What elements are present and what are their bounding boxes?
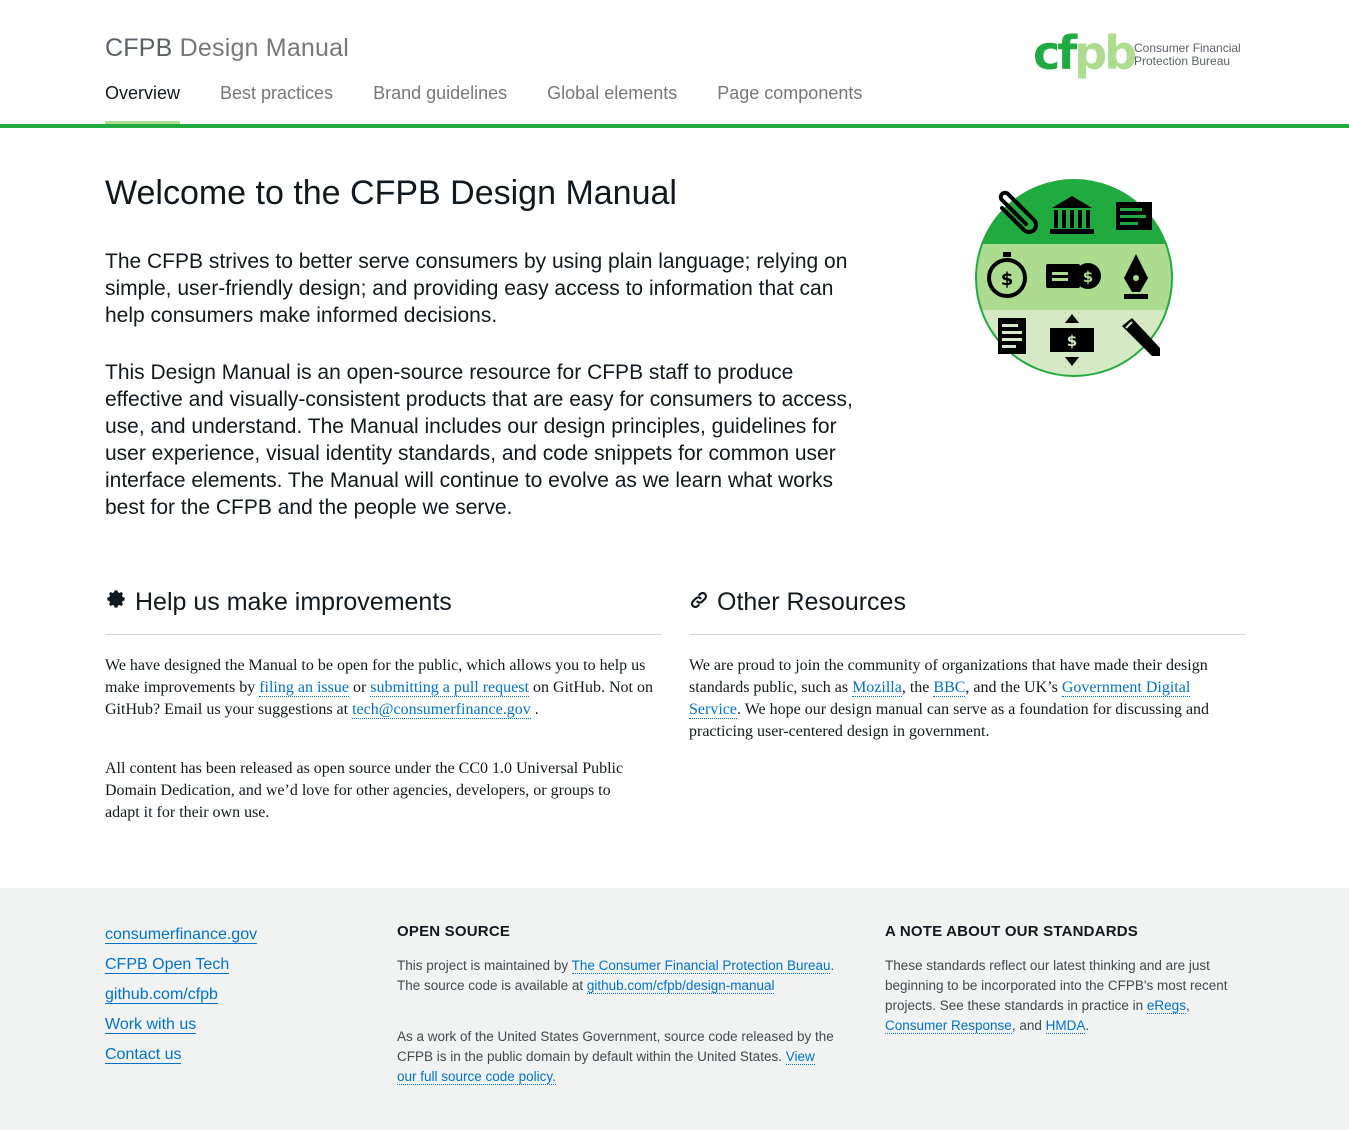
nav-item-global-elements[interactable]: Global elements	[547, 83, 677, 124]
hero-icon-circle: $ $ $	[975, 179, 1173, 377]
cfpb-bureau-link[interactable]: The Consumer Financial Protection Bureau	[571, 958, 831, 974]
open-source-text-a: This project is maintained by	[397, 958, 569, 973]
gear-icon	[105, 588, 127, 617]
nav-item-brand-guidelines[interactable]: Brand guidelines	[373, 83, 507, 124]
site-header: CFPB Design Manual Overview Best practic…	[0, 0, 1349, 128]
resources-text-b: , the	[901, 679, 930, 696]
footer-link-item: Contact us	[105, 1040, 257, 1070]
nav-item-page-components[interactable]: Page components	[717, 83, 862, 124]
nav-item-overview[interactable]: Overview	[105, 83, 181, 125]
help-paragraph-2: All content has been released as open so…	[105, 760, 624, 821]
resources-text-c: , and the UK’s	[965, 679, 1058, 696]
cfpb-logo-text: Consumer Financial Protection Bureau	[1134, 42, 1241, 68]
open-source-heading: OPEN SOURCE	[397, 923, 511, 940]
resources-heading-text: Other Resources	[717, 588, 906, 616]
standards-paragraph: These standards reflect our latest think…	[885, 956, 1235, 1036]
standards-heading: A NOTE ABOUT OUR STANDARDS	[885, 923, 1138, 940]
footer-link-item: github.com/cfpb	[105, 980, 257, 1010]
open-source-text-c: As a work of the United States Governmen…	[397, 1029, 834, 1064]
help-heading: Help us make improvements	[105, 588, 452, 617]
logo-letter-b: b	[1104, 26, 1137, 80]
link-icon	[689, 588, 709, 617]
cfpb-logo[interactable]: cfpb Consumer Financial Protection Burea…	[1033, 30, 1248, 80]
standards-text-c: , and	[1011, 1018, 1042, 1033]
logo-letter-p: p	[1074, 26, 1107, 80]
site-title-design-manual: Design Manual	[179, 34, 350, 62]
cfpb-logo-mark: cfpb	[1033, 30, 1137, 76]
help-paragraph-1: We have designed the Manual to be open f…	[105, 655, 661, 721]
footer-link-github[interactable]: github.com/cfpb	[105, 986, 218, 1004]
svg-text:$: $	[1067, 332, 1077, 350]
resources-heading: Other Resources	[689, 588, 906, 617]
email-link[interactable]: tech@consumerfinance.gov	[352, 701, 531, 719]
help-text-d: .	[534, 701, 539, 718]
resources-text-d: . We hope our design manual can serve as…	[689, 701, 1210, 740]
help-text-b: or	[352, 679, 367, 696]
footer-link-contact[interactable]: Contact us	[105, 1046, 182, 1064]
bbc-link[interactable]: BBC	[933, 679, 966, 697]
svg-text:$: $	[1083, 268, 1093, 286]
footer-link-item: Work with us	[105, 1010, 257, 1040]
main-nav: Overview Best practices Brand guidelines…	[105, 83, 902, 125]
resources-paragraph: We are proud to join the community of or…	[689, 655, 1245, 743]
footer-link-item: consumerfinance.gov	[105, 920, 258, 950]
open-source-paragraph-2: As a work of the United States Governmen…	[397, 1027, 837, 1087]
form-icon	[998, 318, 1026, 354]
hmda-link[interactable]: HMDA	[1045, 1018, 1086, 1034]
open-source-paragraph-1: This project is maintained by The Consum…	[397, 956, 837, 996]
site-title[interactable]: CFPB Design Manual	[105, 34, 349, 63]
footer-link-work-with-us[interactable]: Work with us	[105, 1016, 197, 1034]
standards-text-d: .	[1085, 1018, 1090, 1033]
pull-request-link[interactable]: submitting a pull request	[370, 679, 529, 697]
logo-letter-c: c	[1033, 26, 1060, 80]
money-icon: $	[1046, 263, 1101, 289]
header-divider	[0, 124, 1349, 128]
help-heading-text: Help us make improvements	[135, 588, 452, 616]
footer-link-consumerfinance[interactable]: consumerfinance.gov	[105, 926, 258, 944]
nav-item-best-practices[interactable]: Best practices	[220, 83, 333, 124]
mozilla-link[interactable]: Mozilla	[852, 679, 902, 697]
site-footer: consumerfinance.gov CFPB Open Tech githu…	[0, 888, 1349, 1130]
svg-text:$: $	[1001, 269, 1014, 290]
design-manual-repo-link[interactable]: github.com/cfpb/design-manual	[586, 978, 775, 994]
logo-letter-f: f	[1057, 26, 1077, 80]
about-paragraph: This Design Manual is an open-source res…	[105, 361, 853, 519]
document-icon	[1116, 202, 1152, 230]
footer-link-item: CFPB Open Tech	[105, 950, 257, 980]
footer-link-open-tech[interactable]: CFPB Open Tech	[105, 956, 230, 974]
standards-text-b: ,	[1185, 998, 1190, 1013]
resources-divider	[689, 634, 1245, 635]
footer-links: consumerfinance.gov CFPB Open Tech githu…	[105, 920, 258, 1070]
site-title-cfpb: CFPB	[105, 34, 173, 62]
logo-text-line2: Protection Bureau	[1134, 54, 1231, 68]
consumer-response-link[interactable]: Consumer Response	[885, 1018, 1012, 1034]
help-divider	[105, 634, 661, 635]
filing-issue-link[interactable]: filing an issue	[259, 679, 349, 697]
page-title: Welcome to the CFPB Design Manual	[105, 174, 677, 212]
eregs-link[interactable]: eRegs	[1146, 998, 1186, 1014]
intro-paragraph: The CFPB strives to better serve consume…	[105, 250, 848, 327]
